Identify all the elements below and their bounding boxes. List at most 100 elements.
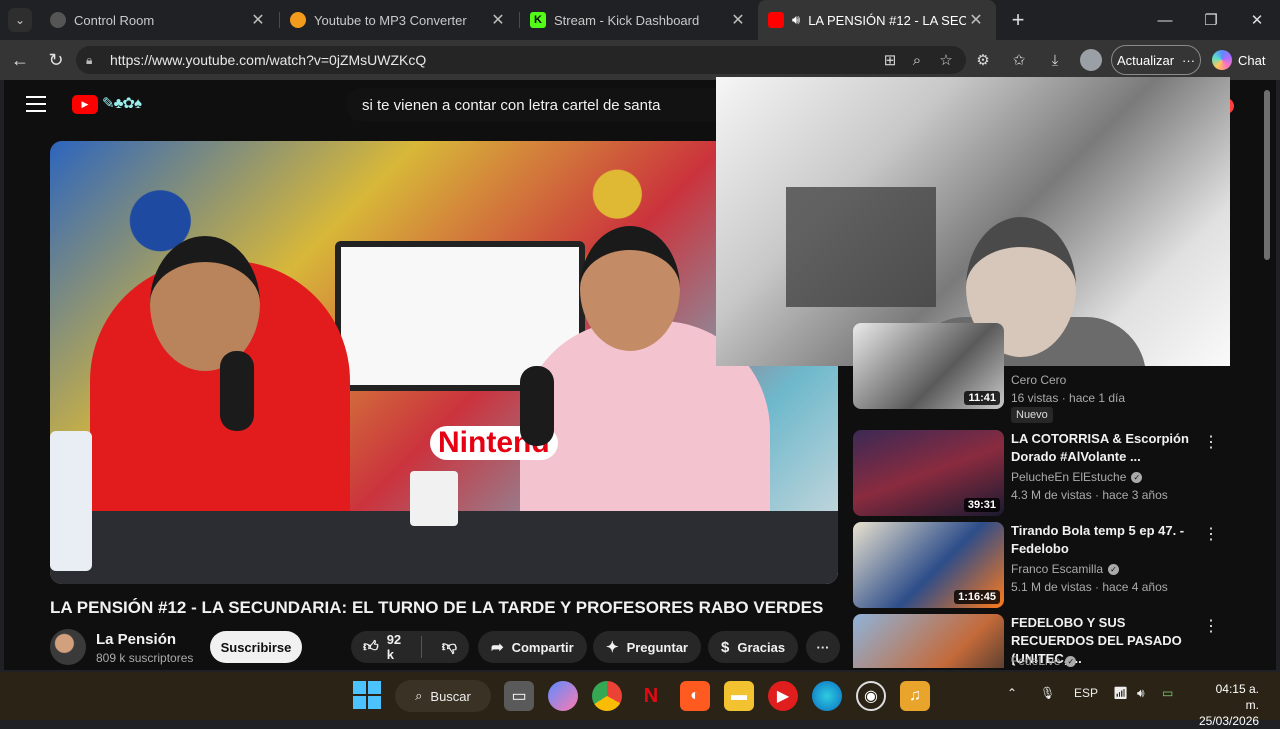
minimize-button[interactable]: —: [1142, 0, 1188, 40]
more-actions-button[interactable]: ···: [806, 631, 840, 663]
youtube-icon: [768, 12, 784, 28]
like-button[interactable]: 👍︎ 92 k: [351, 631, 413, 663]
host-right-head: [580, 226, 680, 351]
youtube-music-icon[interactable]: ▶: [768, 681, 798, 711]
tumbler: [50, 431, 92, 571]
obs-icon[interactable]: ◉: [856, 681, 886, 711]
tab-mp3-converter[interactable]: Youtube to MP3 Converter ✕: [280, 0, 518, 40]
taskbar-search[interactable]: ⌕ Buscar: [395, 680, 491, 712]
restore-button[interactable]: ❐: [1188, 0, 1234, 40]
tab-control-room[interactable]: Control Room ✕: [40, 0, 278, 40]
reload-button[interactable]: ↻: [44, 48, 68, 72]
video-duration: 1:16:45: [954, 590, 1000, 604]
start-button[interactable]: [353, 681, 381, 709]
youtube-logo[interactable]: ▶: [72, 95, 98, 114]
dollar-heart-icon: $: [721, 638, 730, 656]
app-available-icon[interactable]: ⊞: [879, 49, 901, 71]
page-scrollbar[interactable]: [1264, 90, 1270, 260]
channel-name[interactable]: La Pensión: [96, 631, 176, 648]
task-view-icon[interactable]: ▭: [504, 681, 534, 711]
favorites-icon[interactable]: ✩: [1008, 49, 1030, 71]
more-icon: ···: [1182, 52, 1196, 68]
microphone-left: [220, 351, 254, 431]
mug: [410, 471, 458, 526]
host-left-head: [150, 236, 260, 371]
chevron-up-icon[interactable]: ⌃: [1007, 686, 1017, 700]
battery-icon[interactable]: ▭: [1162, 686, 1173, 700]
dislike-button[interactable]: 👎︎: [430, 631, 469, 663]
related-channel[interactable]: Franco Escamilla ✓: [1011, 562, 1120, 576]
video-thumbnail[interactable]: 39:31: [853, 430, 1004, 516]
video-duration: 11:41: [964, 391, 1000, 405]
wifi-icon[interactable]: 📶︎: [1113, 686, 1128, 700]
back-button[interactable]: ←: [8, 48, 32, 72]
tab-youtube-video[interactable]: 🔊︎ LA PENSIÓN #12 - LA SECUNDARIA: EL TU…: [758, 0, 996, 40]
microphone-right: [520, 366, 554, 446]
ask-button[interactable]: ✦ Preguntar: [593, 631, 701, 663]
close-icon[interactable]: ✕: [966, 10, 986, 30]
copilot-icon: [1212, 50, 1232, 70]
verified-icon: ✓: [1131, 471, 1143, 483]
address-bar[interactable]: 🔒︎ https://www.youtube.com/watch?v=0jZMs…: [76, 46, 966, 74]
channel-avatar[interactable]: [50, 629, 86, 665]
update-button[interactable]: Actualizar ···: [1111, 45, 1201, 75]
profile-avatar[interactable]: [1080, 49, 1102, 71]
close-icon[interactable]: ✕: [488, 10, 508, 30]
video-duration: 39:31: [963, 498, 1000, 512]
menu-icon[interactable]: [26, 96, 46, 114]
copilot-chat-button[interactable]: Chat: [1208, 45, 1274, 75]
related-channel[interactable]: PelucheEn ElEstuche ✓: [1011, 470, 1143, 484]
related-video[interactable]: 1:16:45 Tirando Bola temp 5 ep 47. - Fed…: [853, 522, 1263, 608]
tab-search-button[interactable]: ⌄: [8, 8, 32, 32]
youtube-doodle-icon[interactable]: ✎♣✿♠: [102, 94, 142, 112]
close-icon[interactable]: ✕: [728, 10, 748, 30]
lock-icon: 🔒︎: [86, 52, 93, 67]
video-thumbnail[interactable]: 11:41: [853, 323, 1004, 409]
copilot-app-icon[interactable]: [548, 681, 578, 711]
converter-icon: [290, 12, 306, 28]
video-thumbnail[interactable]: 1:16:45: [853, 522, 1004, 608]
thanks-button[interactable]: $ Gracias: [708, 631, 799, 663]
sparkle-icon: ✦: [606, 639, 619, 656]
related-video[interactable]: 39:31 LA COTORRISA & Escorpión Dorado #A…: [853, 430, 1263, 516]
new-tab-button[interactable]: +: [1004, 6, 1032, 34]
speaker-icon[interactable]: 🔊︎: [792, 12, 800, 28]
microphone-icon[interactable]: 🎙︎: [1040, 686, 1055, 700]
file-explorer-icon[interactable]: ▬: [724, 681, 754, 711]
tab-kick-dashboard[interactable]: K Stream - Kick Dashboard ✕: [520, 0, 758, 40]
close-window-button[interactable]: ✕: [1234, 0, 1280, 40]
search-icon: ⌕: [415, 688, 423, 703]
edge-icon[interactable]: [812, 681, 842, 711]
related-channel[interactable]: Cero Cero: [1011, 373, 1066, 387]
favorite-star-icon[interactable]: ☆: [935, 49, 957, 71]
share-icon: ➦: [491, 639, 504, 656]
related-channel[interactable]: FedeLive ✓: [1011, 654, 1077, 668]
netflix-icon[interactable]: N: [636, 681, 666, 711]
related-video[interactable]: FEDELOBO Y SUS RECUERDOS DEL PASADO (UNI…: [853, 614, 1263, 668]
search-input[interactable]: si te vienen a contar con letra cartel d…: [346, 88, 726, 122]
fl-studio-icon[interactable]: ♫: [900, 681, 930, 711]
related-title[interactable]: Tirando Bola temp 5 ep 47. - Fedelobo: [1011, 522, 1211, 558]
language-indicator[interactable]: ESP: [1074, 686, 1098, 700]
zoom-icon[interactable]: ⌕: [906, 49, 928, 71]
more-vert-icon[interactable]: ⋮: [1203, 524, 1219, 544]
volume-icon[interactable]: 🔊︎: [1137, 686, 1145, 701]
verified-icon: ✓: [1065, 655, 1077, 667]
like-count: 92 k: [386, 632, 402, 662]
video-thumbnail[interactable]: [853, 614, 1004, 668]
close-icon[interactable]: ✕: [248, 10, 268, 30]
taskbar-clock[interactable]: 04:15 a. m. 25/03/2026: [1199, 681, 1259, 729]
chrome-icon[interactable]: [592, 681, 622, 711]
downloads-icon[interactable]: ⤓: [1044, 49, 1066, 71]
related-meta: 4.3 M de vistas · hace 3 años: [1011, 488, 1168, 502]
subscribe-button[interactable]: Suscribirse: [210, 631, 302, 663]
extension-icon[interactable]: ⚙: [972, 49, 994, 71]
related-video[interactable]: 11:41 Cero Cero 16 vistas · hace 1 día: [853, 323, 1263, 409]
gear-icon: [50, 12, 66, 28]
url-text: https://www.youtube.com/watch?v=0jZMsUWZ…: [110, 52, 427, 68]
share-button[interactable]: ➦ Compartir: [478, 631, 587, 663]
related-title[interactable]: LA COTORRISA & Escorpión Dorado #AlVolan…: [1011, 430, 1211, 466]
more-vert-icon[interactable]: ⋮: [1203, 616, 1219, 636]
more-vert-icon[interactable]: ⋮: [1203, 432, 1219, 452]
app-icon-orange[interactable]: ◐: [680, 681, 710, 711]
